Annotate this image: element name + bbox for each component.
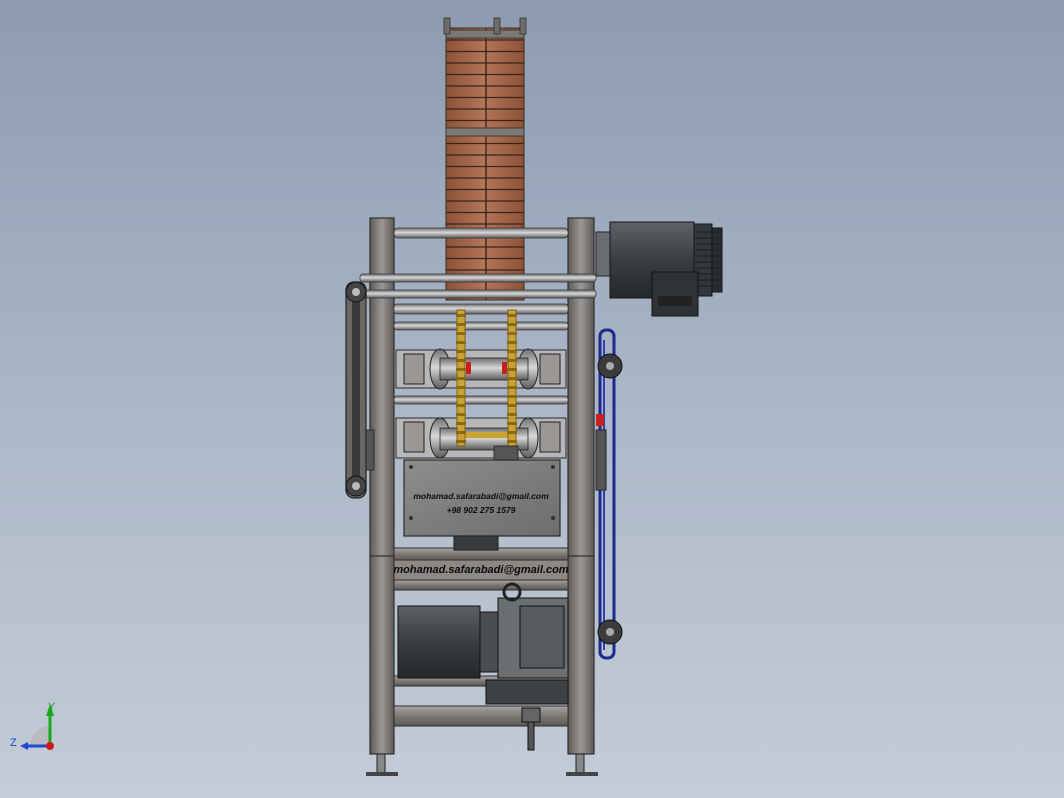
z-axis-label: Z: [10, 737, 17, 749]
y-axis-label: Y: [48, 701, 56, 713]
x-axis-dot: [46, 742, 54, 750]
cad-viewport[interactable]: mohamad.safarabadi@gmail.com +98 902 275…: [0, 0, 1064, 798]
orientation-triad[interactable]: Y Z: [0, 0, 1064, 798]
